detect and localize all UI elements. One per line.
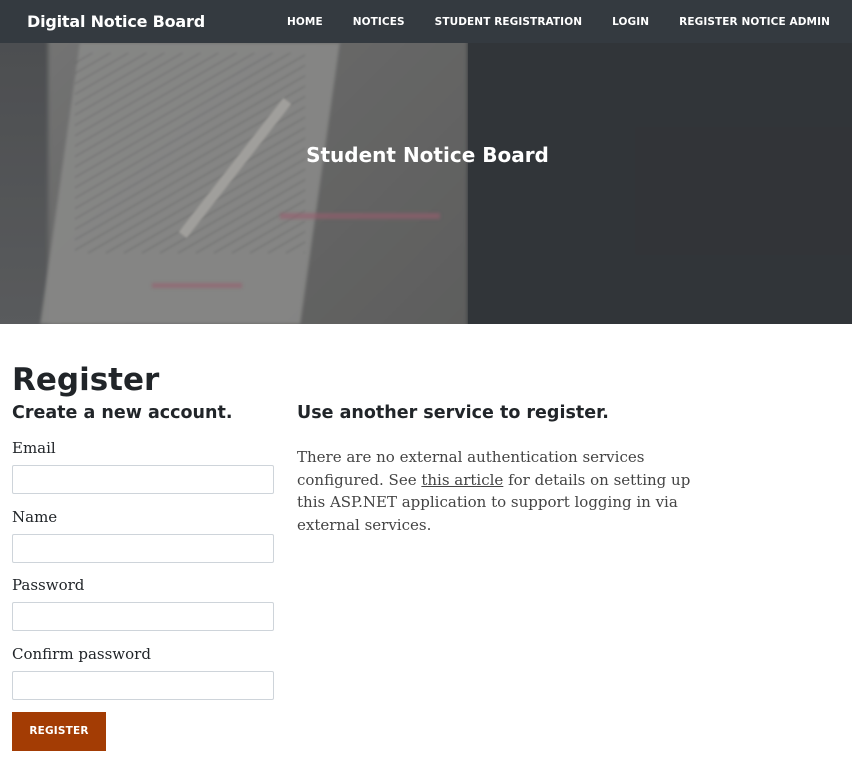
password-field[interactable] — [12, 602, 274, 631]
hero-banner: Student Notice Board — [0, 43, 852, 324]
nav-home[interactable]: HOME — [287, 16, 323, 28]
nav-login[interactable]: LOGIN — [612, 16, 649, 28]
register-form: Email Name Password Confirm password Reg… — [12, 424, 274, 751]
email-field[interactable] — [12, 465, 274, 494]
confirm-password-field[interactable] — [12, 671, 274, 700]
nav-register-notice-admin[interactable]: REGISTER NOTICE ADMIN — [679, 16, 830, 28]
external-service-heading: Use another service to register. — [297, 403, 609, 423]
nav-student-registration[interactable]: STUDENT REGISTRATION — [435, 16, 582, 28]
nav-notices[interactable]: NOTICES — [353, 16, 405, 28]
nav-menu: HOME NOTICES STUDENT REGISTRATION LOGIN … — [257, 16, 830, 28]
register-form-section: Create a new account. Email Name Passwor… — [12, 402, 274, 751]
name-field[interactable] — [12, 534, 274, 563]
create-account-heading: Create a new account. — [12, 403, 233, 423]
main-content: Register Create a new account. Email Nam… — [12, 362, 842, 751]
this-article-link[interactable]: this article — [421, 471, 503, 489]
top-navbar: Digital Notice Board HOME NOTICES STUDEN… — [0, 0, 852, 43]
password-label: Password — [12, 576, 85, 594]
external-login-section: Use another service to register. There a… — [297, 402, 717, 536]
brand-link[interactable]: Digital Notice Board — [27, 12, 205, 31]
name-label: Name — [12, 508, 58, 526]
external-auth-message: There are no external authentication ser… — [297, 446, 717, 536]
confirm-password-label: Confirm password — [12, 645, 151, 663]
hero-title: Student Notice Board — [306, 143, 549, 167]
register-button[interactable]: Register — [12, 712, 106, 751]
hero-overlay — [0, 43, 852, 324]
page-title: Register — [12, 362, 160, 398]
email-label: Email — [12, 439, 56, 457]
